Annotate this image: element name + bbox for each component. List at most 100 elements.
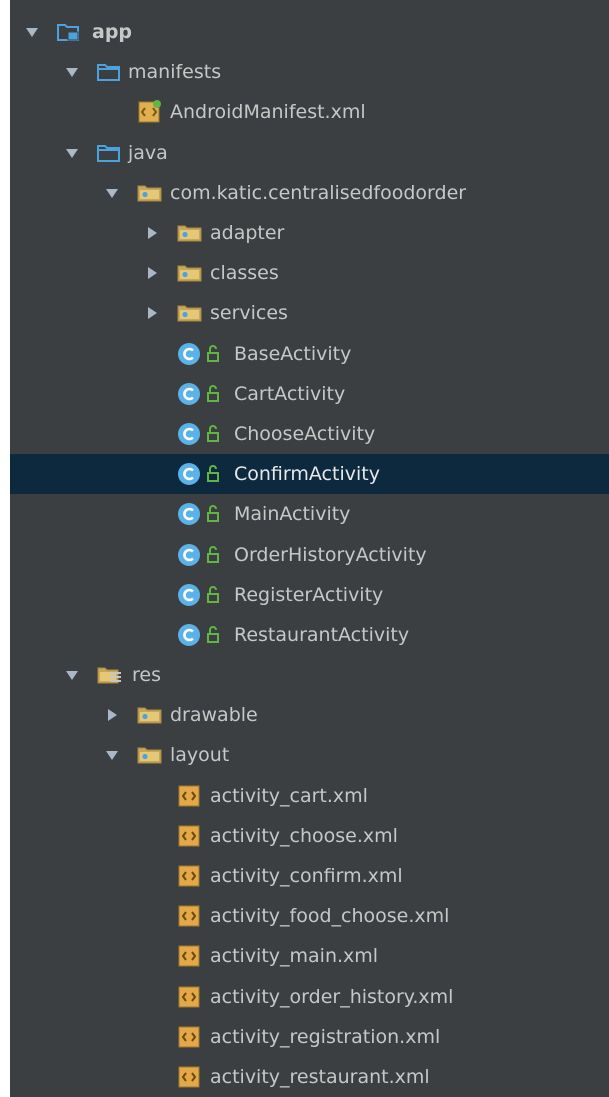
tree-item-mainactivity[interactable]: MainActivity <box>10 494 609 534</box>
tree-item-chooseactivity[interactable]: ChooseActivity <box>10 414 609 454</box>
tree-item-label: ConfirmActivity <box>234 463 380 486</box>
tree-item-label: activity_registration.xml <box>210 1025 441 1048</box>
project-tree-panel: app manifests AndroidManifest.xml java com.k… <box>10 0 609 1097</box>
xml-file-icon <box>176 902 204 930</box>
tree-item-activity-registration-xml[interactable]: activity_registration.xml <box>10 1017 609 1057</box>
tree-item-app[interactable]: app <box>10 12 609 52</box>
xml-file-icon <box>176 822 204 850</box>
tree-item-cartactivity[interactable]: CartActivity <box>10 374 609 414</box>
expand-arrow-icon[interactable] <box>140 221 164 245</box>
package-icon <box>136 181 164 205</box>
package-icon <box>136 743 164 767</box>
tree-item-activity-restaurant-xml[interactable]: activity_restaurant.xml <box>10 1057 609 1097</box>
expand-arrow-icon[interactable] <box>140 261 164 285</box>
tree-item-manifests[interactable]: manifests <box>10 52 609 92</box>
tree-item-label: CartActivity <box>234 382 346 405</box>
xml-file-icon <box>176 1063 204 1091</box>
collapse-arrow-icon[interactable] <box>60 60 84 84</box>
tree-item-activity-order-history-xml[interactable]: activity_order_history.xml <box>10 977 609 1017</box>
tree-item-restaurantactivity[interactable]: RestaurantActivity <box>10 615 609 655</box>
tree-item-label: activity_restaurant.xml <box>210 1065 430 1088</box>
tree-item-res[interactable]: res <box>10 655 609 695</box>
xml-file-icon <box>176 1023 204 1051</box>
folder-icon <box>96 141 122 165</box>
tree-item-label: activity_order_history.xml <box>210 985 454 1008</box>
tree-item-label: MainActivity <box>234 503 351 526</box>
collapse-arrow-icon[interactable] <box>60 141 84 165</box>
tree-item-activity-confirm-xml[interactable]: activity_confirm.xml <box>10 856 609 896</box>
tree-item-label: com.katic.centralisedfoodorder <box>170 181 467 204</box>
tree-item-label: RegisterActivity <box>234 583 384 606</box>
class-icon <box>176 622 228 648</box>
tree-item-baseactivity[interactable]: BaseActivity <box>10 334 609 374</box>
tree-item-java[interactable]: java <box>10 133 609 173</box>
xml-file-icon <box>176 862 204 890</box>
package-icon <box>136 703 164 727</box>
tree-item-activity-choose-xml[interactable]: activity_choose.xml <box>10 816 609 856</box>
package-icon <box>176 301 204 325</box>
tree-item-com-katic-centralisedfoodorder[interactable]: com.katic.centralisedfoodorder <box>10 173 609 213</box>
tree-item-androidmanifest-xml[interactable]: AndroidManifest.xml <box>10 92 609 132</box>
module-folder-icon <box>56 20 86 44</box>
package-icon <box>176 221 204 245</box>
tree-item-activity-main-xml[interactable]: activity_main.xml <box>10 936 609 976</box>
collapse-arrow-icon[interactable] <box>100 743 124 767</box>
tree-item-label: drawable <box>170 704 258 727</box>
tree-item-label: RestaurantActivity <box>234 623 410 646</box>
package-icon <box>176 261 204 285</box>
tree-item-label: app <box>92 21 133 44</box>
tree-item-label: adapter <box>210 222 285 245</box>
tree-item-orderhistoryactivity[interactable]: OrderHistoryActivity <box>10 534 609 574</box>
tree-item-registeractivity[interactable]: RegisterActivity <box>10 575 609 615</box>
tree-item-label: activity_confirm.xml <box>210 865 403 888</box>
xml-file-icon <box>176 942 204 970</box>
resources-folder-icon <box>96 663 126 687</box>
class-icon <box>176 341 228 367</box>
class-icon <box>176 501 228 527</box>
tree-item-label: activity_food_choose.xml <box>210 905 450 928</box>
tree-item-label: activity_choose.xml <box>210 824 398 847</box>
expand-arrow-icon[interactable] <box>100 703 124 727</box>
tree-item-label: manifests <box>128 61 222 84</box>
android-manifest-icon <box>136 98 164 126</box>
tree-item-label: AndroidManifest.xml <box>170 101 366 124</box>
tree-item-confirmactivity[interactable]: ConfirmActivity <box>10 454 609 495</box>
tree-item-label: layout <box>170 744 230 767</box>
tree-item-activity-cart-xml[interactable]: activity_cart.xml <box>10 776 609 816</box>
tree-item-classes[interactable]: classes <box>10 253 609 293</box>
expand-arrow-icon[interactable] <box>140 301 164 325</box>
tree-item-drawable[interactable]: drawable <box>10 695 609 735</box>
tree-item-label: classes <box>210 262 279 285</box>
tree-item-label: res <box>132 664 161 687</box>
folder-icon <box>96 60 122 84</box>
tree-item-label: java <box>128 141 168 164</box>
tree-item-activity-food-choose-xml[interactable]: activity_food_choose.xml <box>10 896 609 936</box>
collapse-arrow-icon[interactable] <box>60 663 84 687</box>
tree-item-label: activity_cart.xml <box>210 784 368 807</box>
class-icon <box>176 582 228 608</box>
tree-item-layout[interactable]: layout <box>10 735 609 775</box>
collapse-arrow-icon[interactable] <box>100 181 124 205</box>
class-icon <box>176 381 228 407</box>
tree-item-services[interactable]: services <box>10 293 609 333</box>
xml-file-icon <box>176 782 204 810</box>
tree-item-adapter[interactable]: adapter <box>10 213 609 253</box>
tree-item-label: BaseActivity <box>234 342 352 365</box>
class-icon <box>176 421 228 447</box>
collapse-arrow-icon[interactable] <box>20 20 44 44</box>
